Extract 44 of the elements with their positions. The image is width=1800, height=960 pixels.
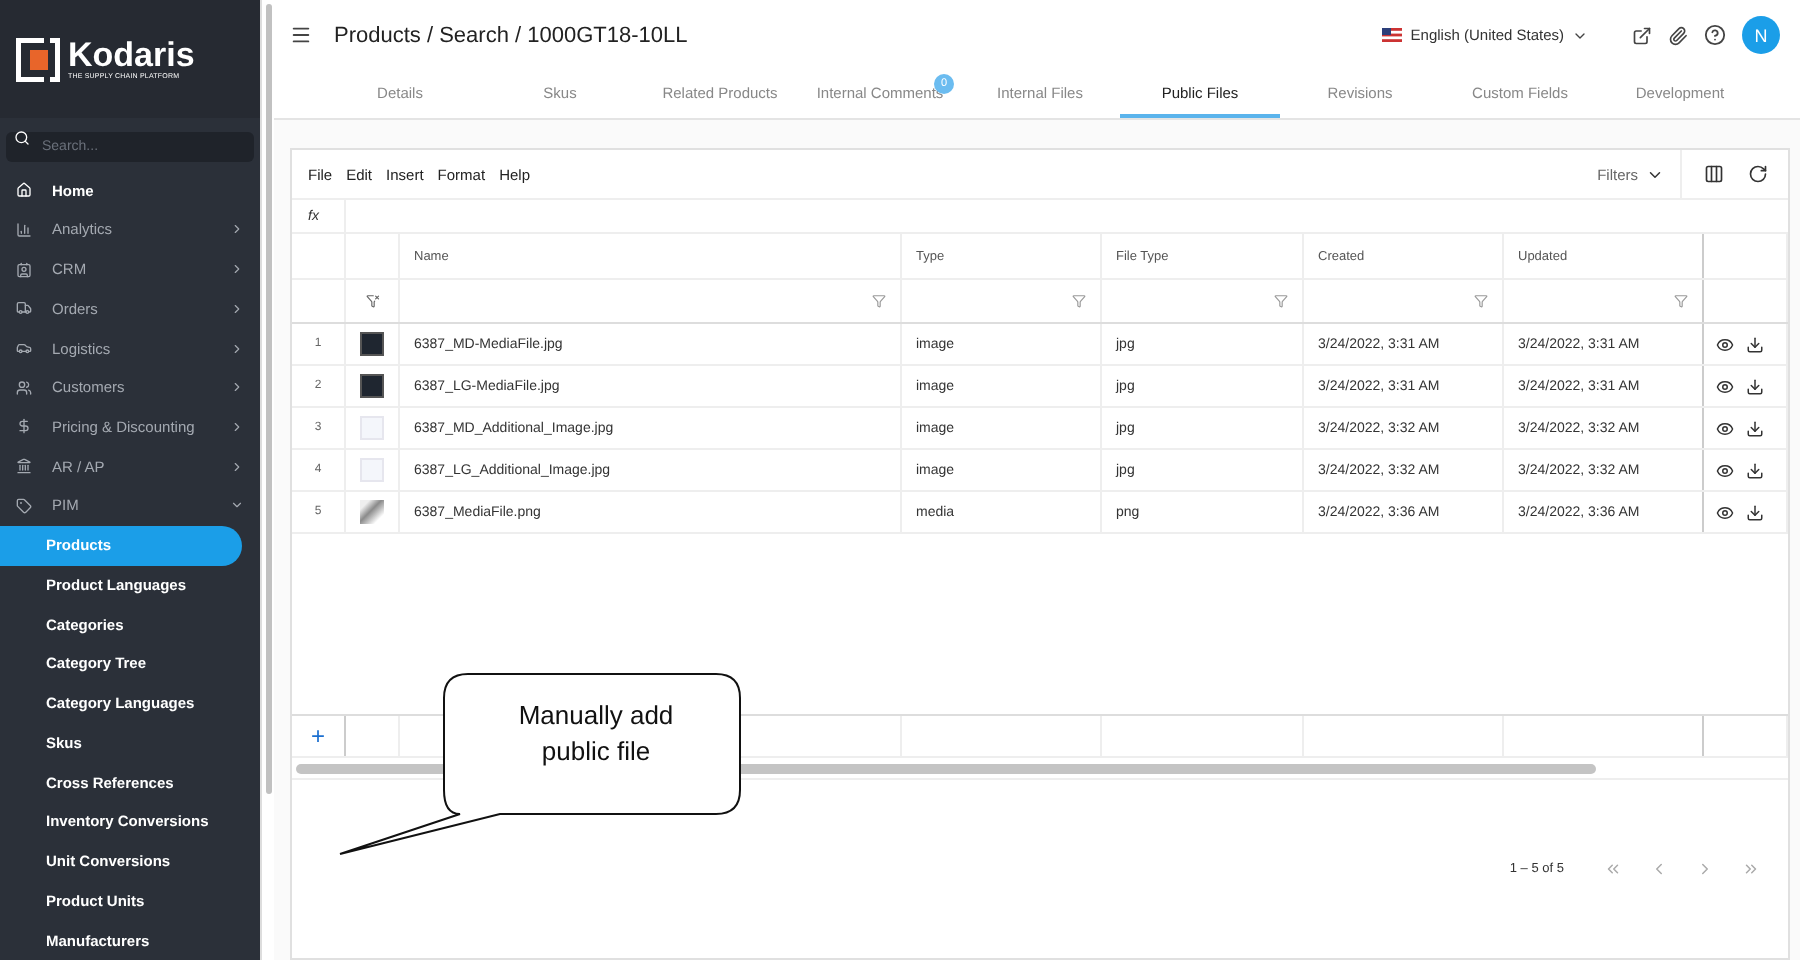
file-thumbnail: [360, 458, 384, 482]
download-icon[interactable]: [1746, 461, 1764, 479]
download-icon[interactable]: [1746, 335, 1764, 353]
nav-icon: [16, 300, 32, 317]
search-icon: [14, 130, 30, 147]
nav-icon: [16, 379, 32, 396]
nav-icon: [16, 182, 32, 199]
download-icon[interactable]: [1746, 503, 1764, 521]
view-icon[interactable]: [1716, 335, 1734, 353]
add-button[interactable]: +: [310, 721, 325, 749]
flag-icon: [1382, 28, 1403, 42]
file-thumbnail: [360, 374, 384, 398]
nav-icon: [16, 418, 32, 435]
nav-icon: [16, 340, 32, 357]
filter-icon[interactable]: [872, 294, 886, 308]
clear-filter-icon[interactable]: [365, 294, 379, 308]
filter-icon[interactable]: [1674, 294, 1688, 308]
file-thumbnail: [360, 416, 384, 440]
nav-icon: [16, 497, 32, 514]
callout-text: Manually add public file: [516, 698, 676, 770]
filter-icon[interactable]: [1274, 294, 1288, 308]
view-icon[interactable]: [1716, 461, 1734, 479]
filter-icon[interactable]: [1474, 294, 1488, 308]
view-icon[interactable]: [1716, 377, 1734, 395]
download-icon[interactable]: [1746, 377, 1764, 395]
filter-icon[interactable]: [1072, 294, 1086, 308]
view-icon[interactable]: [1716, 419, 1734, 437]
help-icon[interactable]: [1704, 24, 1726, 46]
nav-icon: [16, 458, 32, 475]
refresh-icon[interactable]: [1748, 164, 1768, 184]
paperclip-icon[interactable]: [1668, 25, 1688, 45]
view-icon[interactable]: [1716, 503, 1734, 521]
menu-icon[interactable]: [290, 24, 312, 46]
logo-icon: [16, 37, 60, 82]
download-icon[interactable]: [1746, 419, 1764, 437]
sidebar-scrollbar[interactable]: [260, 0, 274, 960]
brand-name: Kodaris: [68, 38, 195, 73]
columns-icon[interactable]: [1704, 164, 1724, 184]
file-thumbnail: [360, 332, 384, 356]
file-thumbnail: [360, 500, 384, 524]
nav-icon: [16, 221, 32, 238]
nav-icon: [16, 261, 32, 278]
external-link-icon[interactable]: [1632, 25, 1652, 45]
breadcrumb-title: Products / Search / 1000GT18-10LL: [334, 23, 690, 47]
